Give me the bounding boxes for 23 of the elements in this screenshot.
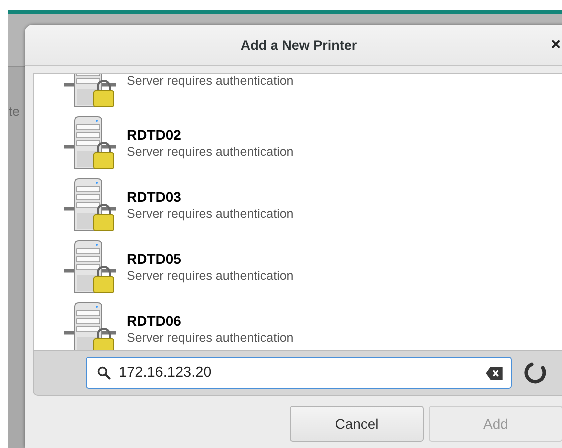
printer-status: Server requires authentication [127,207,294,221]
printer-item[interactable]: RDTD05 Server requires authentication [34,236,562,298]
search-field[interactable]: 172.16.123.20 [86,357,512,389]
background-label: te [9,104,20,119]
printer-item[interactable]: RDTD03 Server requires authentication [34,174,562,236]
printer-status: Server requires authentication [127,74,294,88]
printer-name: RDTD03 [127,189,182,205]
dialog-button[interactable]: Cancel [290,406,424,442]
clear-icon[interactable] [486,366,503,380]
printer-name: RDTD05 [127,251,182,267]
server-icon [62,177,118,233]
printer-name: RDTD02 [127,127,182,143]
search-icon [97,366,111,380]
printer-item[interactable]: Server requires authentication [34,74,562,112]
printer-status: Server requires authentication [127,269,294,283]
dialog-title: Add a New Printer [240,38,358,52]
printer-name: RDTD06 [127,313,182,329]
server-icon [62,115,118,171]
printer-status: Server requires authentication [127,331,294,345]
printer-status: Server requires authentication [127,145,294,159]
printer-item[interactable]: RDTD02 Server requires authentication [34,112,562,174]
close-button[interactable]: × [545,35,562,55]
server-icon [62,239,118,295]
